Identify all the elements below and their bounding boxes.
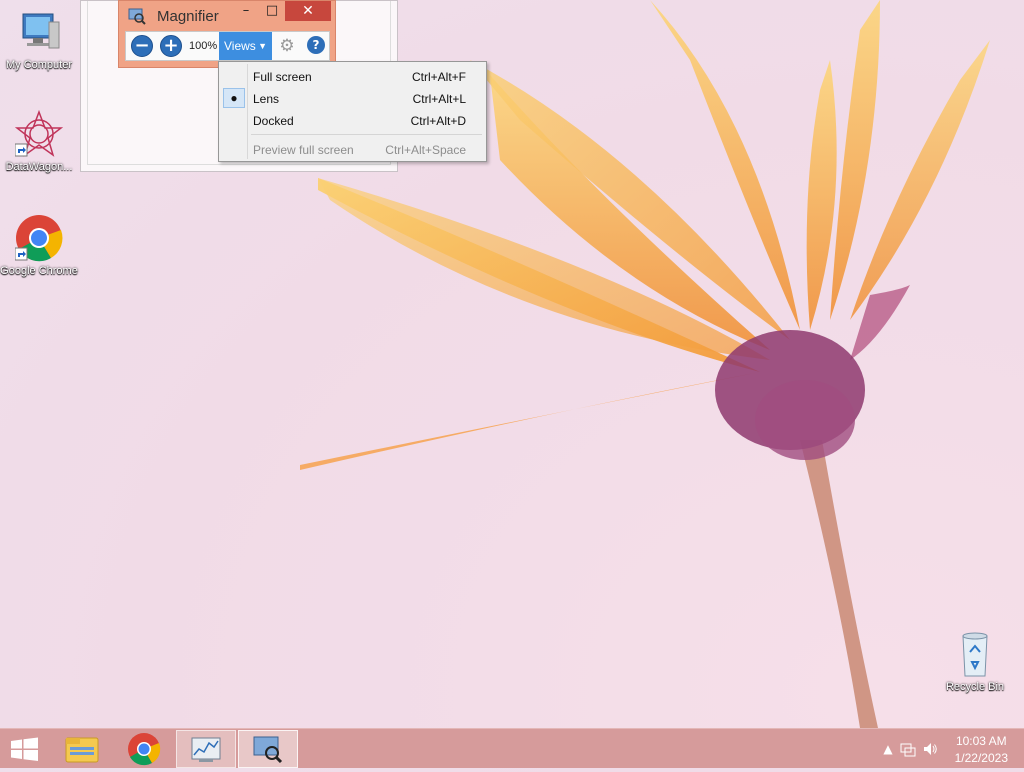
desktop-icon-my-computer[interactable]: My Computer [0, 8, 78, 72]
chevron-down-icon: ▼ [258, 41, 267, 51]
show-hidden-icons-chevron-icon[interactable]: ▲ [880, 741, 896, 757]
magnifier-title: Magnifier [157, 8, 219, 25]
radio-check-icon: ● [223, 88, 245, 108]
desktop-icon-datawagon[interactable]: DataWagon... [0, 109, 78, 174]
minimize-button[interactable]: – [233, 1, 259, 21]
menu-separator [251, 134, 482, 135]
start-button[interactable] [0, 730, 50, 768]
views-dropdown-button[interactable]: Views ▼ [219, 32, 272, 60]
desktop-icon-label: Recycle Bin [945, 681, 1005, 693]
desktop-icon-label: DataWagon... [5, 161, 73, 173]
menu-item-preview-full-screen: Preview full screen Ctrl+Alt+Space [221, 138, 484, 160]
clock-time: 10:03 AM [955, 734, 1007, 748]
desktop-icon-recycle-bin[interactable]: Recycle Bin [936, 630, 1014, 694]
clock-date: 1/22/2023 [954, 751, 1008, 765]
menu-item-shortcut: Ctrl+Alt+D [410, 114, 466, 128]
network-icon[interactable] [900, 741, 916, 757]
settings-gear-icon[interactable]: ⚙ [278, 37, 296, 55]
magnifier-app-icon [128, 7, 146, 25]
windows-start-icon [11, 737, 38, 761]
menu-item-label: Docked [253, 114, 294, 128]
menu-item-shortcut: Ctrl+Alt+Space [385, 143, 466, 157]
desktop-icon-label: My Computer [5, 59, 73, 71]
taskbar-chrome[interactable] [114, 730, 174, 768]
menu-item-docked[interactable]: Docked Ctrl+Alt+D [221, 109, 484, 131]
views-menu: Full screen Ctrl+Alt+F ● Lens Ctrl+Alt+L… [218, 61, 487, 162]
chrome-icon [14, 214, 63, 262]
views-label: Views [224, 39, 256, 53]
magnifier-icon [253, 736, 283, 764]
clock[interactable]: 10:03 AM 1/22/2023 [955, 733, 1008, 767]
magnifier-toolbar: − + 100% Views ▼ ⚙ ? [125, 31, 330, 61]
help-icon[interactable]: ? [307, 36, 325, 54]
magnifier-window[interactable]: Magnifier – □ ✕ − + 100% Views ▼ ⚙ ? [118, 0, 336, 68]
desktop-icon-google-chrome[interactable]: Google Chrome [0, 214, 78, 278]
recycle-bin-icon [951, 630, 999, 678]
menu-item-shortcut: Ctrl+Alt+L [412, 92, 466, 106]
menu-item-lens[interactable]: ● Lens Ctrl+Alt+L [221, 87, 484, 109]
taskbar-magnifier[interactable] [238, 730, 298, 768]
menu-item-label: Preview full screen [253, 143, 354, 157]
system-tray: ▲ 10:03 AM 1/22/2023 [864, 729, 1024, 769]
magnifier-titlebar[interactable]: Magnifier – □ ✕ [119, 1, 335, 29]
taskbar-performance-monitor[interactable] [176, 730, 236, 768]
file-explorer-icon [65, 737, 99, 763]
menu-item-full-screen[interactable]: Full screen Ctrl+Alt+F [221, 65, 484, 87]
maximize-button[interactable]: □ [259, 1, 285, 21]
zoom-in-button[interactable]: + [160, 35, 182, 57]
menu-item-shortcut: Ctrl+Alt+F [411, 70, 466, 84]
desktop-icon-label: Google Chrome [0, 265, 78, 277]
menu-item-label: Lens [253, 92, 280, 106]
menu-item-label: Full screen [253, 70, 312, 84]
computer-icon [15, 8, 63, 56]
taskbar-file-explorer[interactable] [52, 730, 112, 768]
zoom-level: 100% [189, 40, 218, 52]
close-button[interactable]: ✕ [285, 1, 331, 21]
zoom-out-button[interactable]: − [131, 35, 153, 57]
performance-monitor-icon [191, 737, 221, 762]
datawagon-icon [14, 109, 64, 158]
volume-icon[interactable] [922, 741, 938, 757]
chrome-icon [128, 733, 161, 766]
taskbar: ▲ 10:03 AM 1/22/2023 [0, 728, 1024, 768]
